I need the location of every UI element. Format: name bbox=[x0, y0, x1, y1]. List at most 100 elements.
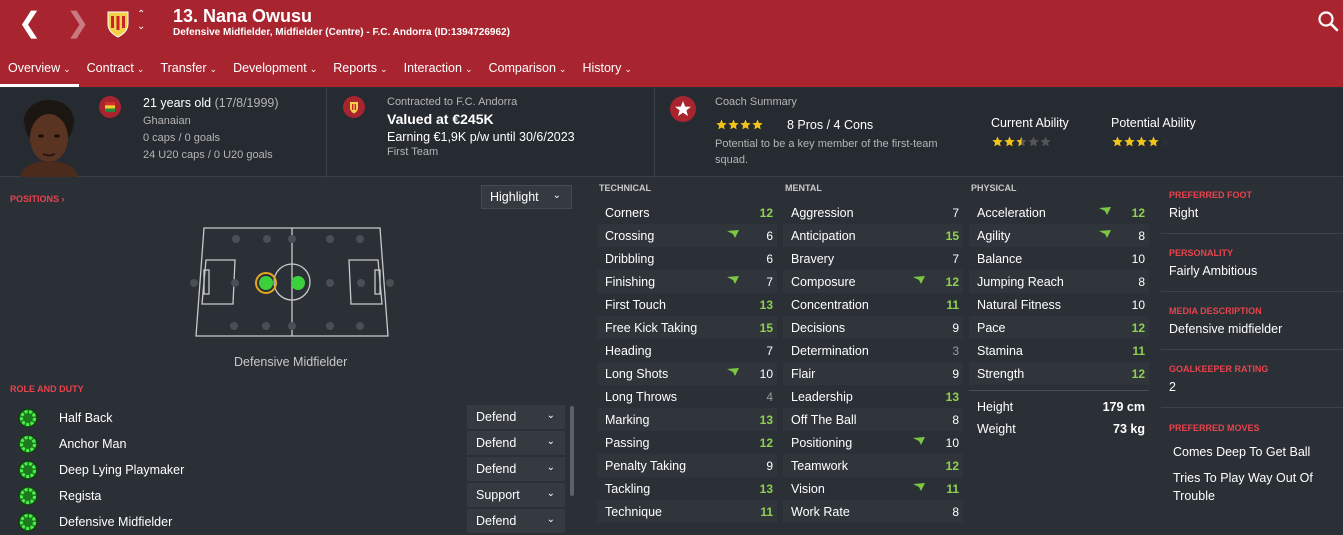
star-icon bbox=[1028, 136, 1039, 147]
attribute-row[interactable]: Marking 13 bbox=[597, 408, 777, 431]
attribute-value: 8 bbox=[952, 412, 959, 427]
duty-dropdown[interactable]: Defend ⌄ bbox=[467, 431, 565, 455]
attribute-row[interactable]: Strength 12 bbox=[969, 362, 1149, 385]
attribute-name: Stamina bbox=[977, 343, 1023, 358]
attribute-row[interactable]: Acceleration 12 bbox=[969, 201, 1149, 224]
attribute-row[interactable]: Aggression 7 bbox=[783, 201, 963, 224]
media-description-value: Defensive midfielder bbox=[1169, 322, 1283, 336]
scrollbar[interactable] bbox=[570, 406, 574, 496]
attribute-value: 11 bbox=[946, 297, 959, 312]
attribute-row[interactable]: Penalty Taking 9 bbox=[597, 454, 777, 477]
role-row[interactable]: Defensive Midfielder Defend ⌄ bbox=[0, 509, 570, 535]
duty-dropdown[interactable]: Support ⌄ bbox=[467, 483, 565, 507]
info-strip: 21 years old (17/8/1999) Ghanaian 0 caps… bbox=[0, 88, 1343, 177]
attribute-row[interactable]: Decisions 9 bbox=[783, 316, 963, 339]
attribute-value: 7 bbox=[766, 343, 773, 358]
attribute-row[interactable]: Bravery 7 bbox=[783, 247, 963, 270]
attribute-row[interactable]: Corners 12 bbox=[597, 201, 777, 224]
attribute-row[interactable]: Positioning 10 bbox=[783, 431, 963, 454]
tab-label: History bbox=[582, 61, 622, 75]
positions-title[interactable]: POSITIONS › bbox=[10, 194, 65, 204]
role-row[interactable]: Deep Lying Playmaker Defend ⌄ bbox=[0, 457, 570, 483]
chevron-down-icon: ⌄ bbox=[136, 64, 145, 74]
physical-title: PHYSICAL bbox=[971, 183, 1017, 193]
tab-overview[interactable]: Overview ⌄ bbox=[0, 58, 79, 87]
player-u20-caps: 24 U20 caps / 0 U20 goals bbox=[143, 149, 273, 161]
tab-reports[interactable]: Reports ⌄ bbox=[325, 58, 395, 87]
attribute-value: 9 bbox=[952, 320, 959, 335]
duty-dropdown[interactable]: Defend ⌄ bbox=[467, 509, 565, 533]
attribute-row[interactable]: Natural Fitness 10 bbox=[969, 293, 1149, 316]
duty-dropdown[interactable]: Defend ⌄ bbox=[467, 405, 565, 429]
attribute-row[interactable]: Flair 9 bbox=[783, 362, 963, 385]
player-name: 13. Nana Owusu bbox=[173, 6, 313, 26]
tab-transfer[interactable]: Transfer ⌄ bbox=[152, 58, 225, 87]
attribute-value: 7 bbox=[952, 251, 959, 266]
tab-comparison[interactable]: Comparison ⌄ bbox=[481, 58, 575, 87]
attribute-name: Decisions bbox=[791, 320, 846, 335]
tab-label: Development bbox=[233, 61, 307, 75]
tab-contract[interactable]: Contract ⌄ bbox=[79, 58, 153, 87]
attribute-name: Anticipation bbox=[791, 228, 856, 243]
divider bbox=[654, 88, 655, 177]
attribute-row[interactable]: Anticipation 15 bbox=[783, 224, 963, 247]
media-description-label: MEDIA DESCRIPTION bbox=[1169, 306, 1262, 316]
star-icon bbox=[1004, 136, 1015, 147]
chevron-down-icon: ⌄ bbox=[546, 488, 555, 499]
back-arrow-icon[interactable]: ❮ bbox=[18, 8, 41, 38]
player-value: Valued at €245K bbox=[387, 111, 494, 127]
tab-development[interactable]: Development ⌄ bbox=[225, 58, 325, 87]
attribute-row[interactable]: Long Shots 10 bbox=[597, 362, 777, 385]
attribute-row[interactable]: Balance 10 bbox=[969, 247, 1149, 270]
coach-rating-stars bbox=[715, 118, 775, 137]
attribute-row[interactable]: Determination 3 bbox=[783, 339, 963, 362]
role-row[interactable]: Regista Support ⌄ bbox=[0, 483, 570, 509]
attribute-row[interactable]: Pace 12 bbox=[969, 316, 1149, 339]
role-row[interactable]: Half Back Defend ⌄ bbox=[0, 405, 570, 431]
attribute-row[interactable]: Tackling 13 bbox=[597, 477, 777, 500]
attribute-row[interactable]: Crossing 6 bbox=[597, 224, 777, 247]
attribute-row[interactable]: Leadership 13 bbox=[783, 385, 963, 408]
preferred-foot-section: PREFERRED FOOT Right bbox=[1161, 185, 1343, 234]
forward-arrow-icon[interactable]: ❯ bbox=[66, 8, 89, 38]
mental-title: MENTAL bbox=[785, 183, 822, 193]
attribute-row[interactable]: Vision 11 bbox=[783, 477, 963, 500]
attribute-row[interactable]: Stamina 11 bbox=[969, 339, 1149, 362]
attribute-row[interactable]: Long Throws 4 bbox=[597, 385, 777, 408]
attribute-row[interactable]: Work Rate 8 bbox=[783, 500, 963, 523]
preferred-foot-value: Right bbox=[1169, 206, 1199, 220]
attribute-value: 11 bbox=[1132, 343, 1145, 358]
preferred-moves-section: PREFERRED MOVES Comes Deep To Get Ball T… bbox=[1161, 419, 1343, 519]
progress-arrow-icon bbox=[912, 482, 926, 495]
duty-value: Defend bbox=[476, 410, 517, 424]
progress-arrow-icon bbox=[1098, 206, 1112, 219]
divider bbox=[326, 88, 327, 177]
duty-dropdown[interactable]: Defend ⌄ bbox=[467, 457, 565, 481]
player-switch-icon[interactable]: ⌃ ⌄ bbox=[137, 9, 145, 33]
attribute-row[interactable]: Composure 12 bbox=[783, 270, 963, 293]
attribute-row[interactable]: Technique 11 bbox=[597, 500, 777, 523]
attribute-row[interactable]: Concentration 11 bbox=[783, 293, 963, 316]
attribute-row[interactable]: Passing 12 bbox=[597, 431, 777, 454]
star-icon bbox=[992, 136, 1003, 147]
attribute-value: 7 bbox=[952, 205, 959, 220]
attribute-row[interactable]: First Touch 13 bbox=[597, 293, 777, 316]
search-icon[interactable] bbox=[1317, 10, 1339, 32]
star-icon bbox=[1148, 136, 1159, 147]
attribute-row[interactable]: Dribbling 6 bbox=[597, 247, 777, 270]
attribute-row[interactable]: Off The Ball 8 bbox=[783, 408, 963, 431]
attribute-row[interactable]: Heading 7 bbox=[597, 339, 777, 362]
attribute-row[interactable]: Jumping Reach 8 bbox=[969, 270, 1149, 293]
tab-interaction[interactable]: Interaction ⌄ bbox=[396, 58, 481, 87]
attribute-name: Penalty Taking bbox=[605, 458, 687, 473]
role-suitability-icon bbox=[18, 486, 38, 506]
attribute-row[interactable]: Teamwork 12 bbox=[783, 454, 963, 477]
attribute-row[interactable]: Free Kick Taking 15 bbox=[597, 316, 777, 339]
attribute-row[interactable]: Agility 8 bbox=[969, 224, 1149, 247]
tab-history[interactable]: History ⌄ bbox=[574, 58, 639, 87]
technical-title: TECHNICAL bbox=[599, 183, 651, 193]
tab-label: Reports bbox=[333, 61, 378, 75]
attribute-row[interactable]: Finishing 7 bbox=[597, 270, 777, 293]
highlight-dropdown[interactable]: Highlight ⌄ bbox=[481, 185, 572, 209]
role-row[interactable]: Anchor Man Defend ⌄ bbox=[0, 431, 570, 457]
